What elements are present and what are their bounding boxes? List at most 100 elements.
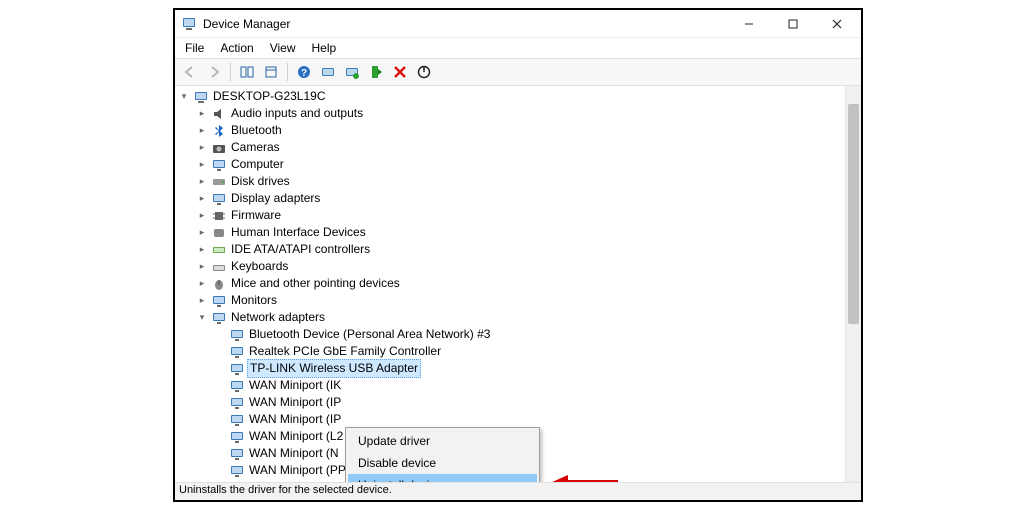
svg-text:?: ?	[301, 68, 307, 79]
chevron-icon[interactable]: ▸	[195, 158, 209, 172]
chevron-icon[interactable]	[213, 362, 227, 376]
tree-item-label: WAN Miniport (PP	[247, 462, 346, 479]
maximize-button[interactable]	[771, 11, 815, 37]
show-hide-tree-button[interactable]	[236, 61, 258, 83]
tree-item-label: IDE ATA/ATAPI controllers	[229, 241, 370, 258]
speaker-icon	[211, 106, 227, 122]
tree-category[interactable]: ▸ Audio inputs and outputs	[177, 105, 845, 122]
content-area: ▾DESKTOP-G23L19C▸Audio inputs and output…	[175, 86, 861, 482]
toolbar: ?	[175, 58, 861, 86]
chevron-icon[interactable]: ▸	[195, 243, 209, 257]
scroll-thumb[interactable]	[848, 104, 859, 324]
chevron-icon[interactable]: ▸	[195, 192, 209, 206]
context-menu: Update driver Disable device Uninstall d…	[345, 427, 540, 482]
tree-category[interactable]: ▸Display adapters	[177, 190, 845, 207]
close-button[interactable]	[815, 11, 859, 37]
chevron-icon[interactable]: ▸	[195, 260, 209, 274]
update-driver-button[interactable]	[341, 61, 363, 83]
tree-category-network[interactable]: ▾Network adapters	[177, 309, 845, 326]
tree-category[interactable]: ▸ Firmware	[177, 207, 845, 224]
network-icon	[229, 327, 245, 343]
chevron-icon[interactable]: ▾	[195, 311, 209, 325]
tree-item-label: Human Interface Devices	[229, 224, 366, 241]
menu-action[interactable]: Action	[212, 39, 261, 57]
mouse-icon	[211, 276, 227, 292]
tree-category[interactable]: ▸Disk drives	[177, 173, 845, 190]
titlebar: Device Manager	[175, 10, 861, 38]
tree-device[interactable]: WAN Miniport (IP	[177, 394, 845, 411]
tree-item-label: Cameras	[229, 139, 280, 156]
network-icon	[229, 412, 245, 428]
back-button	[179, 61, 201, 83]
bluetooth-icon	[211, 123, 227, 139]
tree-item-label: Monitors	[229, 292, 277, 309]
chevron-icon[interactable]	[213, 396, 227, 410]
tree-item-label: DESKTOP-G23L19C	[211, 88, 326, 105]
statusbar: Uninstalls the driver for the selected d…	[175, 482, 861, 500]
tree-item-label: Computer	[229, 156, 284, 173]
menu-help[interactable]: Help	[304, 39, 345, 57]
tree-category[interactable]: ▸ Monitors	[177, 292, 845, 309]
chevron-icon[interactable]: ▸	[195, 226, 209, 240]
window-controls	[727, 11, 859, 37]
chevron-icon[interactable]	[213, 464, 227, 478]
chevron-icon[interactable]: ▸	[195, 209, 209, 223]
tree-device[interactable]: Realtek PCIe GbE Family Controller	[177, 343, 845, 360]
network-icon	[229, 344, 245, 360]
tree-device[interactable]: TP-LINK Wireless USB Adapter	[177, 360, 845, 377]
chevron-icon[interactable]	[213, 379, 227, 393]
device-manager-icon	[181, 16, 197, 32]
context-uninstall-device[interactable]: Uninstall device	[348, 474, 537, 482]
tree-root[interactable]: ▾ DESKTOP-G23L19C	[177, 88, 845, 105]
tree-category[interactable]: ▸ Computer	[177, 156, 845, 173]
chevron-icon[interactable]: ▾	[177, 90, 191, 104]
network-icon	[229, 361, 245, 377]
chevron-icon[interactable]: ▸	[195, 141, 209, 155]
scan-hardware-button[interactable]	[317, 61, 339, 83]
monitor-icon	[211, 157, 227, 173]
minimize-button[interactable]	[727, 11, 771, 37]
chevron-icon[interactable]: ▸	[195, 175, 209, 189]
device-tree[interactable]: ▾DESKTOP-G23L19C▸Audio inputs and output…	[175, 86, 845, 482]
tree-item-label: Audio inputs and outputs	[229, 105, 363, 122]
tree-item-label: WAN Miniport (IP	[247, 411, 341, 428]
tree-category[interactable]: ▸ Cameras	[177, 139, 845, 156]
tree-item-label: Keyboards	[229, 258, 288, 275]
hid-icon	[211, 225, 227, 241]
tree-item-label: Firmware	[229, 207, 281, 224]
enable-device-button[interactable]	[365, 61, 387, 83]
properties-button[interactable]	[260, 61, 282, 83]
chevron-icon[interactable]	[213, 328, 227, 342]
chevron-icon[interactable]	[213, 481, 227, 483]
menu-view[interactable]: View	[262, 39, 304, 57]
chevron-icon[interactable]: ▸	[195, 294, 209, 308]
disable-device-button[interactable]	[413, 61, 435, 83]
toolbar-separator	[287, 63, 288, 81]
device-manager-window: Device Manager File Action View Help	[173, 8, 863, 502]
forward-button	[203, 61, 225, 83]
tree-category[interactable]: ▸Bluetooth	[177, 122, 845, 139]
scrollbar-vertical[interactable]	[845, 86, 861, 482]
tree-device[interactable]: WAN Miniport (IP	[177, 411, 845, 428]
tree-category[interactable]: ▸ Keyboards	[177, 258, 845, 275]
context-disable-device[interactable]: Disable device	[348, 452, 537, 474]
chevron-icon[interactable]	[213, 430, 227, 444]
monitor-icon	[211, 191, 227, 207]
context-update-driver[interactable]: Update driver	[348, 430, 537, 452]
tree-item-label: WAN Miniport (IK	[247, 377, 341, 394]
tree-device[interactable]: Bluetooth Device (Personal Area Network)…	[177, 326, 845, 343]
uninstall-device-button[interactable]	[389, 61, 411, 83]
chevron-icon[interactable]	[213, 447, 227, 461]
chevron-icon[interactable]	[213, 345, 227, 359]
tree-item-label: Mice and other pointing devices	[229, 275, 400, 292]
tree-category[interactable]: ▸ IDE ATA/ATAPI controllers	[177, 241, 845, 258]
tree-category[interactable]: ▸ Mice and other pointing devices	[177, 275, 845, 292]
tree-device[interactable]: WAN Miniport (IK	[177, 377, 845, 394]
chevron-icon[interactable]: ▸	[195, 277, 209, 291]
chevron-icon[interactable]: ▸	[195, 107, 209, 121]
chevron-icon[interactable]: ▸	[195, 124, 209, 138]
chevron-icon[interactable]	[213, 413, 227, 427]
tree-category[interactable]: ▸ Human Interface Devices	[177, 224, 845, 241]
help-button[interactable]: ?	[293, 61, 315, 83]
menu-file[interactable]: File	[177, 39, 212, 57]
